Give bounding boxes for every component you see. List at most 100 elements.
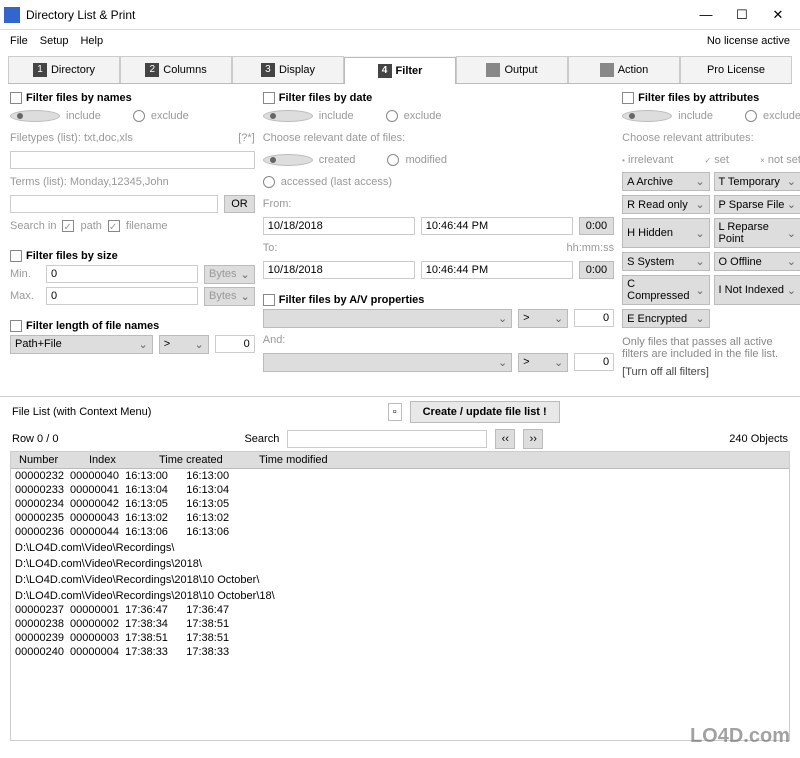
attr-sparse[interactable]: P Sparse File (714, 195, 800, 214)
input-to-time[interactable] (421, 261, 573, 279)
radio-names-include[interactable] (10, 110, 60, 122)
input-terms[interactable] (10, 195, 218, 213)
radio-modified[interactable] (387, 154, 399, 166)
gear-icon (600, 63, 614, 77)
menu-help[interactable]: Help (74, 33, 109, 49)
radio-names-exclude[interactable] (133, 110, 145, 122)
attr-hidden[interactable]: H Hidden (622, 218, 709, 248)
sel-min-unit[interactable]: Bytes (204, 265, 255, 284)
list-row[interactable]: 00000240 00000004 17:38:33 17:38:33 (11, 645, 789, 659)
doc-icon (486, 63, 500, 77)
input-length-val[interactable] (215, 335, 255, 353)
chk-filter-size[interactable] (10, 250, 22, 262)
tab-directory[interactable]: 1Directory (8, 56, 120, 83)
chk-filter-attributes[interactable] (622, 92, 634, 104)
minimize-button[interactable]: — (688, 1, 724, 29)
input-from-time[interactable] (421, 217, 573, 235)
to-zero-button[interactable]: 0:00 (579, 261, 614, 279)
sel-av-prop2[interactable] (263, 353, 512, 372)
search-input[interactable] (287, 430, 487, 448)
tab-action[interactable]: Action (568, 56, 680, 83)
list-row[interactable]: 00000237 00000001 17:36:47 17:36:47 (11, 603, 789, 617)
tab-display[interactable]: 3Display (232, 56, 344, 83)
tab-pro-license[interactable]: Pro License (680, 56, 792, 83)
attr-compressed[interactable]: C Compressed (622, 275, 709, 305)
menu-file[interactable]: File (4, 33, 34, 49)
titlebar: Directory List & Print — ☐ ✕ (0, 0, 800, 30)
group-filter-date: Filter files by date include exclude Cho… (263, 90, 614, 288)
chk-filter-length[interactable] (10, 320, 22, 332)
filelist-title: File List (with Context Menu) (12, 406, 151, 418)
group-filter-attributes: Filter files by attributes include exclu… (622, 90, 800, 390)
chk-filter-date[interactable] (263, 92, 275, 104)
list-row[interactable]: 00000239 00000003 17:38:51 17:38:51 (11, 631, 789, 645)
sel-av-op1[interactable]: > (518, 309, 568, 328)
list-row[interactable]: 00000236 00000044 16:13:06 16:13:06 (11, 525, 789, 539)
radio-created[interactable] (263, 154, 313, 166)
create-update-button[interactable]: Create / update file list ! (410, 401, 560, 423)
chk-path[interactable] (62, 220, 74, 232)
chk-filename[interactable] (108, 220, 120, 232)
row-counter: Row 0 / 0 (12, 433, 58, 445)
group-filter-size: Filter files by size Min.Bytes Max.Bytes (10, 248, 255, 314)
chk-filter-names[interactable] (10, 92, 22, 104)
input-max-size[interactable] (46, 287, 198, 305)
list-row[interactable]: 00000234 00000042 16:13:05 16:13:05 (11, 497, 789, 511)
radio-date-include[interactable] (263, 110, 313, 122)
input-av-val1[interactable] (574, 309, 614, 327)
or-button[interactable]: OR (224, 195, 255, 213)
input-from-date[interactable] (263, 217, 415, 235)
menu-setup[interactable]: Setup (34, 33, 75, 49)
file-list[interactable]: Number Index Time created Time modified … (10, 451, 790, 741)
attr-offline[interactable]: O Offline (714, 252, 800, 271)
list-header: Number Index Time created Time modified (11, 452, 789, 469)
attr-reparse[interactable]: L Reparse Point (714, 218, 800, 248)
close-button[interactable]: ✕ (760, 1, 796, 29)
turnoff-filters-link[interactable]: [Turn off all filters] (622, 366, 709, 378)
input-min-size[interactable] (46, 265, 198, 283)
sel-length-op[interactable]: > (159, 335, 209, 354)
filter-panel: Filter files by names include exclude Fi… (0, 84, 800, 396)
group-filter-length: Filter length of file names Path+File > (10, 318, 255, 362)
input-av-val2[interactable] (574, 353, 614, 371)
radio-attr-include[interactable] (622, 110, 672, 122)
radio-date-exclude[interactable] (386, 110, 398, 122)
object-count: 240 Objects (729, 433, 788, 445)
list-row[interactable]: D:\LO4D.com\Video\Recordings\2018\10 Oct… (11, 589, 789, 603)
list-row[interactable]: D:\LO4D.com\Video\Recordings\ (11, 541, 789, 555)
attr-encrypted[interactable]: E Encrypted (622, 309, 709, 328)
chk-filter-av[interactable] (263, 294, 275, 306)
attr-readonly[interactable]: R Read only (622, 195, 709, 214)
list-row[interactable]: D:\LO4D.com\Video\Recordings\2018\10 Oct… (11, 573, 789, 587)
sel-pathfile[interactable]: Path+File (10, 335, 153, 354)
search-next-button[interactable]: ›› (523, 429, 543, 449)
tab-output[interactable]: Output (456, 56, 568, 83)
tab-filter[interactable]: 4Filter (344, 57, 456, 84)
attr-temporary[interactable]: T Temporary (714, 172, 800, 191)
tab-columns[interactable]: 2Columns (120, 56, 232, 83)
input-to-date[interactable] (263, 261, 415, 279)
maximize-button[interactable]: ☐ (724, 1, 760, 29)
menubar: File Setup Help No license active (0, 30, 800, 52)
list-row[interactable]: D:\LO4D.com\Video\Recordings\2018\ (11, 557, 789, 571)
watermark: LO4D.com (690, 725, 790, 748)
radio-accessed[interactable] (263, 176, 275, 188)
tabbar: 1Directory 2Columns 3Display 4Filter Out… (8, 56, 792, 84)
radio-attr-exclude[interactable] (745, 110, 757, 122)
list-row[interactable]: 00000238 00000002 17:38:34 17:38:51 (11, 617, 789, 631)
group-filter-av: Filter files by A/V properties > And: > (263, 292, 614, 380)
list-row[interactable]: 00000233 00000041 16:13:04 16:13:04 (11, 483, 789, 497)
collapse-icon[interactable]: ▫ (388, 403, 402, 421)
sel-av-prop1[interactable] (263, 309, 512, 328)
list-row[interactable]: 00000232 00000040 16:13:00 16:13:00 (11, 469, 789, 483)
attr-system[interactable]: S System (622, 252, 709, 271)
from-zero-button[interactable]: 0:00 (579, 217, 614, 235)
search-prev-button[interactable]: ‹‹ (495, 429, 515, 449)
attr-archive[interactable]: A Archive (622, 172, 709, 191)
sel-max-unit[interactable]: Bytes (204, 287, 255, 306)
sel-av-op2[interactable]: > (518, 353, 568, 372)
input-filetypes[interactable] (10, 151, 255, 169)
attr-notindexed[interactable]: I Not Indexed (714, 275, 800, 305)
list-row[interactable]: 00000235 00000043 16:13:02 16:13:02 (11, 511, 789, 525)
filelist-header: File List (with Context Menu) ▫ Create /… (0, 396, 800, 427)
